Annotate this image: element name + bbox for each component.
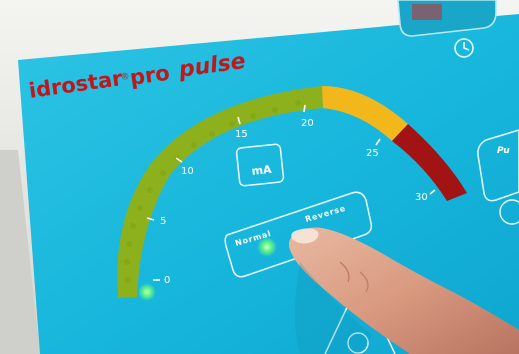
mode-normal-led <box>257 237 277 257</box>
gauge-tick-label-5: 5 <box>160 216 166 227</box>
gauge-tick-label-10: 10 <box>181 166 194 177</box>
gauge-tick-label-20: 20 <box>301 118 314 129</box>
side-button-label: Pu <box>497 146 510 156</box>
gauge-tick-label-0: 0 <box>164 275 170 286</box>
device-photo: idrostar ® pro pulse 0 5 10 15 20 25 30 <box>0 0 519 354</box>
unit-label: mA <box>251 163 273 178</box>
gauge-tick-label-30: 30 <box>415 192 428 203</box>
gauge-indicator-led <box>138 283 156 301</box>
gauge-tick-label-25: 25 <box>366 148 379 159</box>
gauge-tick-label-15: 15 <box>235 129 248 140</box>
display-digits <box>412 4 442 20</box>
